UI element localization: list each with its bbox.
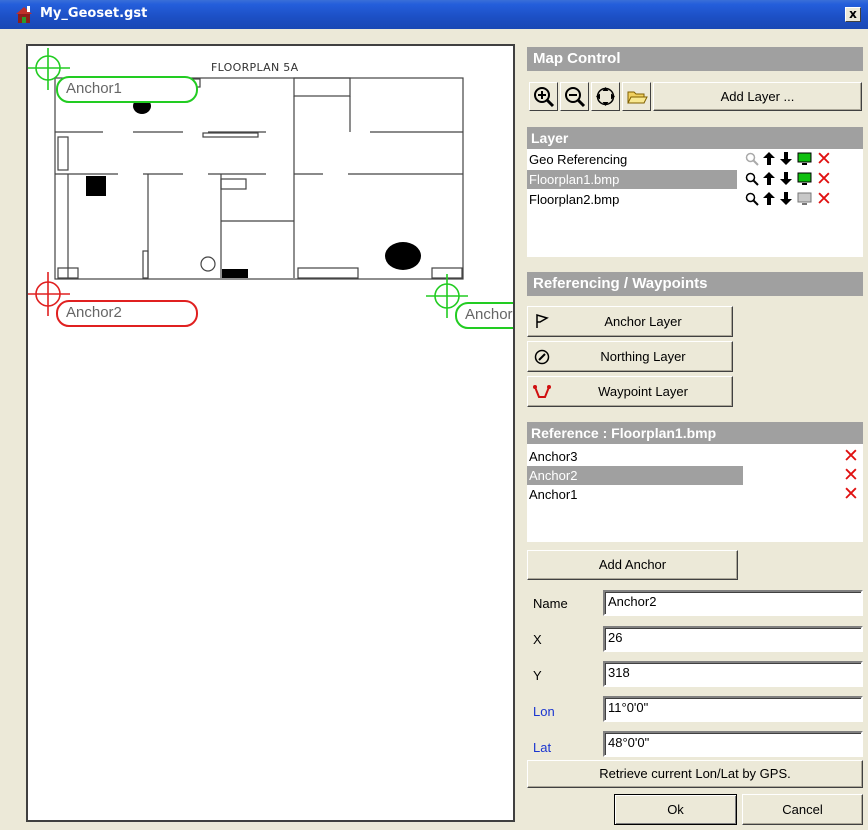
anchor-label-anchor1[interactable]: Anchor1 bbox=[56, 76, 198, 103]
zoom-to-layer-icon[interactable] bbox=[745, 172, 759, 186]
add-anchor-button[interactable]: Add Anchor bbox=[527, 550, 738, 580]
name-label: Name bbox=[533, 596, 568, 611]
floorplan-drawing bbox=[28, 48, 468, 318]
zoom-to-layer-icon[interactable] bbox=[745, 192, 759, 206]
lat-label: Lat bbox=[533, 740, 552, 755]
referencing-waypoints-header: Referencing / Waypoints bbox=[527, 272, 863, 296]
open-folder-icon bbox=[627, 91, 648, 104]
layer-row-tools-2: ✕ bbox=[745, 190, 861, 209]
delete-layer-icon[interactable]: ✕ bbox=[816, 190, 832, 209]
x-field[interactable]: 26 bbox=[603, 626, 863, 652]
y-field[interactable]: 318 bbox=[603, 661, 863, 687]
close-button[interactable]: x bbox=[845, 7, 861, 22]
layer-row-geo-referencing[interactable]: Geo Referencing bbox=[527, 150, 737, 169]
waypoint-icon bbox=[533, 385, 551, 398]
delete-anchor-icon[interactable]: ✕ bbox=[843, 466, 859, 485]
anchor-label-anchor2[interactable]: Anchor2 bbox=[56, 300, 198, 327]
delete-layer-icon[interactable]: ✕ bbox=[816, 170, 832, 189]
reference-header: Reference : Floorplan1.bmp bbox=[527, 422, 863, 444]
layer-row-floorplan1[interactable]: Floorplan1.bmp bbox=[527, 170, 737, 189]
cancel-button[interactable]: Cancel bbox=[742, 794, 863, 825]
reference-row-anchor1[interactable]: Anchor1 bbox=[527, 485, 743, 504]
delete-layer-icon[interactable]: ✕ bbox=[816, 150, 832, 169]
window-title: My_Geoset.gst bbox=[40, 6, 148, 21]
x-label: X bbox=[533, 632, 542, 647]
move-down-icon[interactable] bbox=[780, 172, 792, 186]
delete-anchor-icon[interactable]: ✕ bbox=[843, 485, 859, 504]
ok-button[interactable]: Ok bbox=[614, 794, 737, 825]
zoom-out-icon bbox=[565, 87, 586, 108]
layer-header: Layer bbox=[527, 127, 863, 149]
move-up-icon[interactable] bbox=[763, 152, 775, 166]
lon-field[interactable]: 11°0'0" bbox=[603, 696, 863, 722]
move-down-icon[interactable] bbox=[780, 192, 792, 206]
map-control-header: Map Control bbox=[527, 47, 863, 71]
open-folder-button[interactable] bbox=[622, 82, 651, 111]
visibility-monitor-icon[interactable] bbox=[797, 172, 812, 186]
pan-button[interactable] bbox=[591, 82, 620, 111]
anchor-label-anchor3[interactable]: Anchor3 bbox=[455, 302, 513, 329]
move-up-icon[interactable] bbox=[763, 172, 775, 186]
compass-icon bbox=[534, 349, 550, 365]
add-layer-button[interactable]: Add Layer ... bbox=[653, 82, 862, 111]
layer-row-floorplan2[interactable]: Floorplan2.bmp bbox=[527, 190, 737, 209]
app-icon bbox=[16, 6, 32, 23]
reference-list: Anchor3 Anchor2 Anchor1 ✕ ✕ ✕ bbox=[527, 444, 863, 542]
visibility-monitor-icon[interactable] bbox=[797, 192, 812, 206]
zoom-out-button[interactable] bbox=[560, 82, 589, 111]
pan-icon bbox=[596, 87, 615, 106]
flag-icon bbox=[536, 313, 549, 328]
map-view[interactable]: FLOORPLAN 5A Anchor1 Anchor2 Anchor bbox=[26, 44, 515, 822]
zoom-to-layer-icon[interactable] bbox=[745, 152, 759, 166]
anchor-layer-button[interactable]: Anchor Layer bbox=[527, 306, 733, 337]
delete-anchor-icon[interactable]: ✕ bbox=[843, 447, 859, 466]
zoom-in-icon bbox=[534, 87, 555, 108]
visibility-monitor-icon[interactable] bbox=[797, 152, 812, 166]
reference-row-anchor3[interactable]: Anchor3 bbox=[527, 447, 743, 466]
layer-row-tools-1: ✕ bbox=[745, 170, 861, 189]
waypoint-layer-button[interactable]: Waypoint Layer bbox=[527, 376, 733, 407]
title-bar: My_Geoset.gst x bbox=[0, 0, 868, 29]
lon-label: Lon bbox=[533, 704, 555, 719]
name-field[interactable]: Anchor2 bbox=[603, 590, 863, 616]
move-up-icon[interactable] bbox=[763, 192, 775, 206]
close-icon: x bbox=[849, 7, 857, 21]
zoom-in-button[interactable] bbox=[529, 82, 558, 111]
layer-row-tools-0: ✕ bbox=[745, 150, 861, 169]
y-label: Y bbox=[533, 668, 542, 683]
retrieve-gps-button[interactable]: Retrieve current Lon/Lat by GPS. bbox=[527, 760, 863, 788]
move-down-icon[interactable] bbox=[780, 152, 792, 166]
reference-row-anchor2[interactable]: Anchor2 bbox=[527, 466, 743, 485]
northing-layer-button[interactable]: Northing Layer bbox=[527, 341, 733, 372]
lat-field[interactable]: 48°0'0" bbox=[603, 731, 863, 757]
